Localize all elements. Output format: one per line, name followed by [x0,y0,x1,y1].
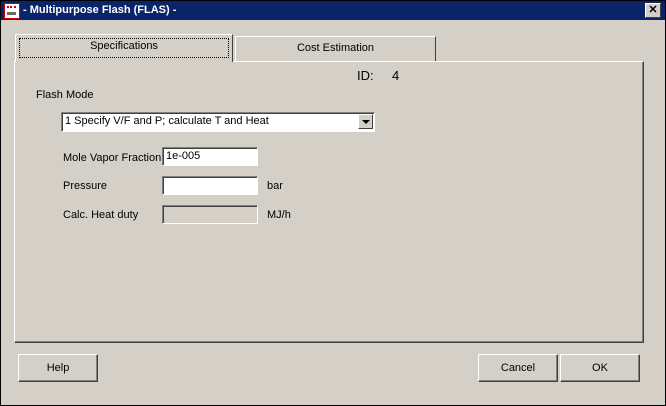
title-bar: - Multipurpose Flash (FLAS) - ✕ [1,1,665,20]
heat-duty-field [162,205,258,224]
window-title: - Multipurpose Flash (FLAS) - [23,4,177,16]
flash-mode-label: Flash Mode [36,89,94,101]
tab-specifications-label: Specifications [90,40,158,52]
flash-mode-selected-value: 1 Specify V/F and P; calculate T and Hea… [65,115,269,127]
tab-cost-estimation[interactable]: Cost Estimation [235,36,436,61]
app-icon [4,3,20,19]
help-button[interactable]: Help [18,354,98,382]
flash-mode-select[interactable]: 1 Specify V/F and P; calculate T and Hea… [61,112,375,132]
tab-cost-estimation-label: Cost Estimation [296,42,375,54]
dropdown-arrow-icon[interactable] [358,114,373,129]
cancel-button[interactable]: Cancel [478,354,558,382]
pressure-input[interactable] [162,176,258,195]
mole-vapor-fraction-input[interactable]: 1e-005 [162,147,258,166]
id-value: 4 [392,68,400,83]
pressure-unit: bar [267,180,283,192]
id-label: ID: [357,68,374,83]
mole-vapor-fraction-value: 1e-005 [166,150,201,162]
tab-specifications[interactable]: Specifications [15,34,233,62]
heat-duty-label: Calc. Heat duty [63,209,139,221]
pressure-label: Pressure [63,180,108,192]
ok-button[interactable]: OK [560,354,640,382]
mole-vapor-fraction-label: Mole Vapor Fraction [63,152,162,164]
specifications-panel [14,61,644,343]
heat-duty-unit: MJ/h [267,209,291,221]
close-button[interactable]: ✕ [645,3,661,18]
